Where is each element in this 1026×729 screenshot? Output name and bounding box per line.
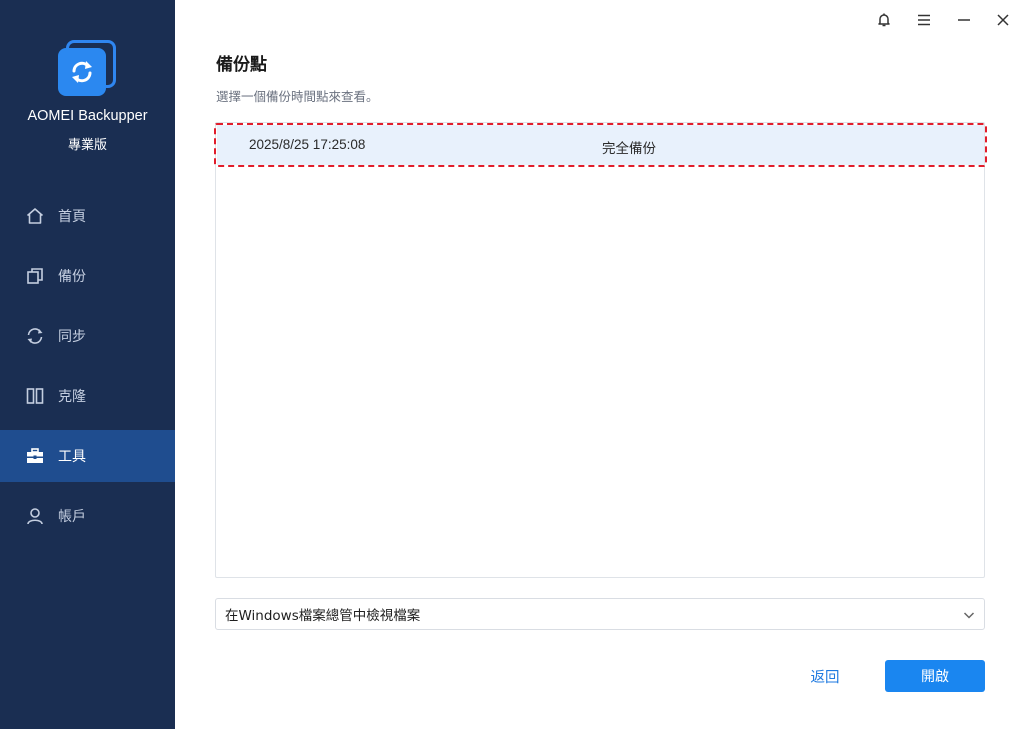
copy-icon xyxy=(25,266,45,286)
page-description: 選擇一個備份時間點來查看。 xyxy=(216,89,379,104)
sidebar-item-tools[interactable]: 工具 xyxy=(0,430,175,482)
sidebar-item-home[interactable]: 首頁 xyxy=(0,190,175,242)
back-button[interactable]: 返回 xyxy=(796,660,854,692)
backup-type: 完全備份 xyxy=(602,141,656,157)
toolbox-icon xyxy=(25,446,45,466)
sidebar-item-label: 克隆 xyxy=(58,389,86,405)
sidebar-item-backup[interactable]: 備份 xyxy=(0,250,175,302)
sidebar-item-account[interactable]: 帳戶 xyxy=(0,490,175,542)
select-value: 在Windows檔案總管中檢視檔案 xyxy=(225,608,421,624)
chevron-down-icon xyxy=(962,607,976,621)
sidebar-item-label: 工具 xyxy=(58,449,86,465)
view-option-select[interactable]: 在Windows檔案總管中檢視檔案 xyxy=(215,598,985,630)
backup-arrows-icon xyxy=(58,48,106,96)
open-button[interactable]: 開啟 xyxy=(885,660,985,692)
sidebar-item-label: 同步 xyxy=(58,329,86,345)
sidebar-item-label: 備份 xyxy=(58,269,86,285)
home-icon xyxy=(25,206,45,226)
clone-icon xyxy=(25,386,45,406)
close-icon[interactable] xyxy=(991,8,1015,32)
app-logo xyxy=(58,40,116,96)
bell-icon[interactable] xyxy=(872,8,896,32)
menu-icon[interactable] xyxy=(912,8,936,32)
minimize-icon[interactable] xyxy=(952,8,976,32)
page-title: 備份點 xyxy=(216,55,267,75)
sidebar-item-label: 帳戶 xyxy=(58,509,86,525)
user-icon xyxy=(25,506,45,526)
sidebar-nav: 首頁 備份 同步 克隆 工具 帳戶 xyxy=(0,190,175,550)
app-edition: 專業版 xyxy=(67,138,107,153)
sidebar-item-label: 首頁 xyxy=(58,209,86,225)
sidebar-item-clone[interactable]: 克隆 xyxy=(0,370,175,422)
backup-time: 2025/8/25 17:25:08 xyxy=(249,137,366,152)
list-item[interactable]: 2025/8/25 17:25:08 完全備份 xyxy=(214,123,987,167)
backup-point-list: 2025/8/25 17:25:08 完全備份 xyxy=(214,122,987,578)
sidebar-item-sync[interactable]: 同步 xyxy=(0,310,175,362)
sidebar: AOMEI Backupper 專業版 首頁 備份 同步 克隆 工具 帳戶 xyxy=(0,0,175,729)
sync-icon xyxy=(25,326,45,346)
app-name: AOMEI Backupper xyxy=(27,108,148,124)
